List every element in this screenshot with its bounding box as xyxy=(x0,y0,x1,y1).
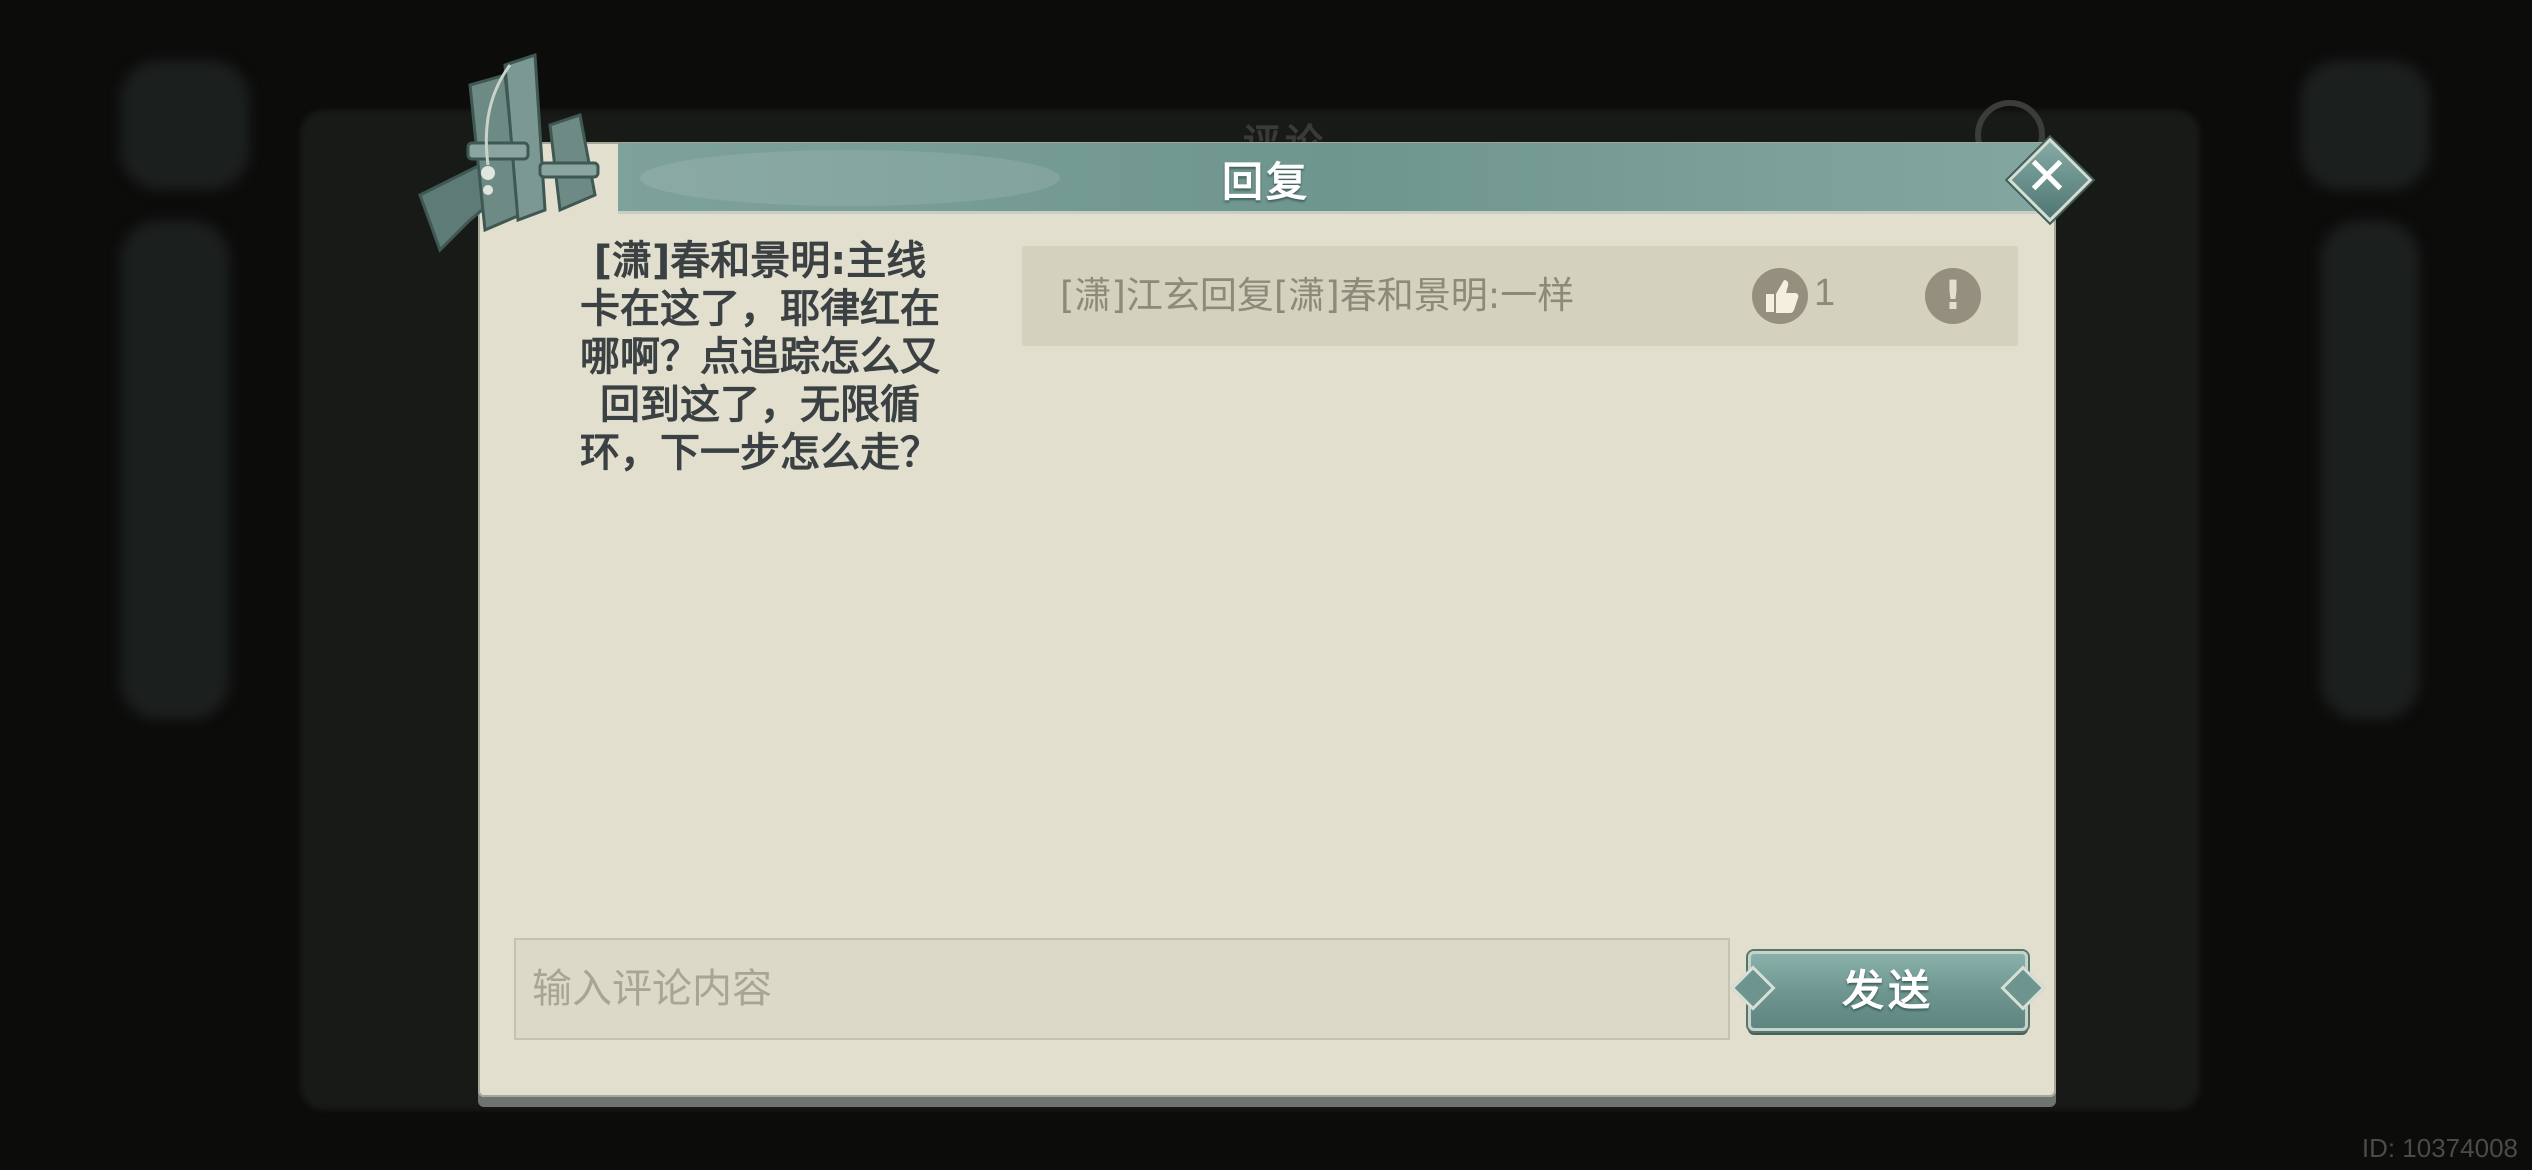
send-button-label: 发送 xyxy=(1841,966,1934,1015)
close-icon: ✕ xyxy=(2025,147,2069,207)
send-button[interactable]: 发送 xyxy=(1730,951,2046,1031)
report-button[interactable]: ! xyxy=(1925,268,1981,324)
exclamation-icon: ! xyxy=(1943,273,1963,319)
close-button[interactable]: ✕ xyxy=(2007,137,2093,223)
reply-item: [潇]江玄回复[潇]春和景明:一样 1 ! xyxy=(1022,246,2018,346)
reply-text: [潇]江玄回复[潇]春和景明:一样 xyxy=(1060,274,1575,317)
like-count: 1 xyxy=(1814,272,1836,314)
watermark-id: ID: 10374008 xyxy=(2361,1133,2518,1163)
thumbs-up-icon xyxy=(1766,280,1799,313)
comment-input[interactable] xyxy=(514,938,1730,1040)
sword-ornament-icon xyxy=(418,52,600,253)
reply-list: [潇]江玄回复[潇]春和景明:一样 1 ! xyxy=(1022,246,2018,346)
dialog-title: 回复 xyxy=(1222,158,1310,206)
original-comment: [潇]春和景明:主线卡在这了，耶律红在哪啊？点追踪怎么又回到这了，无限循环，下一… xyxy=(580,238,940,476)
